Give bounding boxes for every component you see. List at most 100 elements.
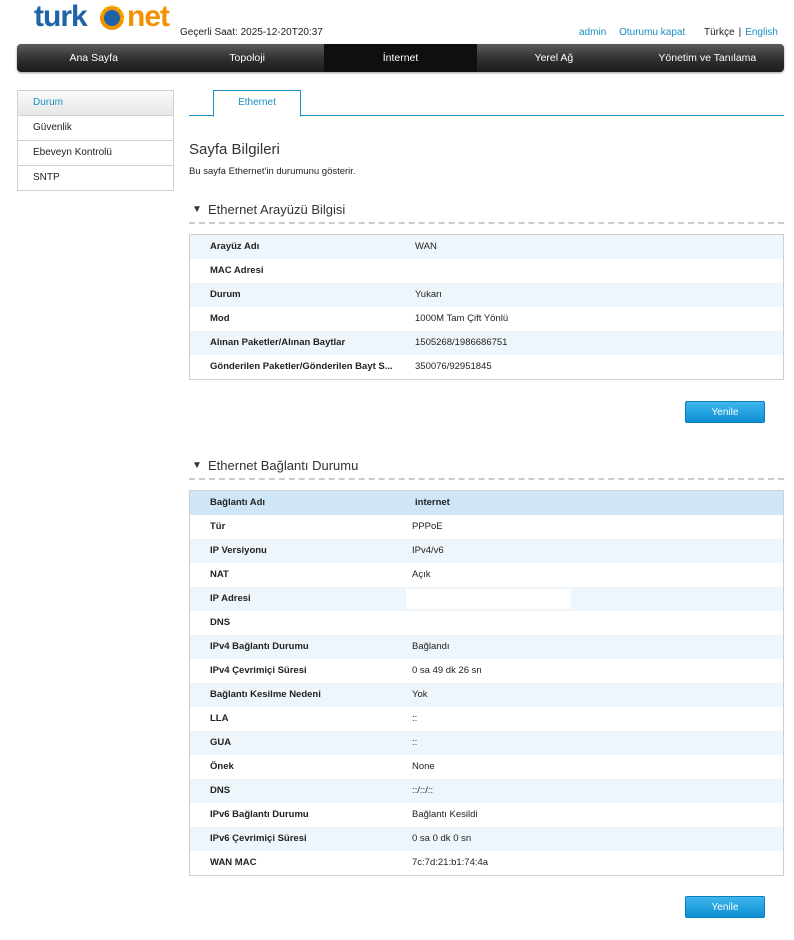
row-label: IP Adresi (210, 593, 251, 604)
collapse-arrow-icon[interactable]: ▼ (192, 204, 202, 215)
sidebar-item-parental-control[interactable]: Ebeveyn Kontrolü (18, 141, 173, 166)
row-value: IPv4/v6 (412, 545, 444, 556)
table-row: LLA:: (190, 707, 783, 731)
row-value: 1000M Tam Çift Yönlü (415, 313, 509, 324)
interface-info-table: Arayüz Adı WAN MAC Adresi Durum Yukarı Mod… (189, 234, 784, 380)
row-label: IPv4 Bağlantı Durumu (210, 641, 309, 652)
row-value: :: (412, 713, 418, 724)
row-label: IPv6 Bağlantı Durumu (210, 809, 309, 820)
table-row: GUA:: (190, 731, 783, 755)
row-value: Yok (412, 689, 428, 700)
user-link[interactable]: admin (579, 27, 606, 38)
row-label: Bağlantı Adı (210, 497, 266, 508)
table-row: Gönderilen Paketler/Gönderilen Bayt S...… (190, 355, 783, 379)
row-value: None (412, 761, 435, 772)
row-value: 350076/92951845 (415, 361, 492, 372)
row-value: 7c:7d:21:b1:74:4a (412, 857, 489, 868)
row-label: Bağlantı Kesilme Nedeni (210, 689, 321, 700)
row-label: Önek (210, 761, 234, 772)
turknet-logo: turk net (34, 0, 179, 36)
row-value: PPPoE (412, 521, 443, 532)
row-label: DNS (210, 785, 231, 796)
table-row: IPv4 Çevrimiçi Süresi 0 sa 49 dk 26 sn (190, 659, 783, 683)
table-row: IPv6 Bağlantı Durumu Bağlantı Kesildi (190, 803, 783, 827)
page-description: Bu sayfa Ethernet'in durumunu gösterir. (189, 166, 356, 177)
section-connection-header[interactable]: ▼ Ethernet Bağlantı Durumu (189, 456, 784, 480)
globe-icon (100, 4, 125, 30)
row-value: internet (415, 497, 450, 508)
row-value: :: (412, 737, 418, 748)
section-interface-header[interactable]: ▼ Ethernet Arayüzü Bilgisi (189, 200, 784, 224)
table-row: DNS::/::/:: (190, 779, 783, 803)
table-row: WAN MAC 7c:7d:21:b1:74:4a (190, 851, 783, 875)
redacted-value (406, 589, 571, 609)
lang-separator: | (738, 27, 742, 38)
row-label: Alınan Paketler/Alınan Baytlar (210, 337, 346, 348)
nav-home[interactable]: Ana Sayfa (17, 44, 170, 72)
row-label: GUA (210, 737, 232, 748)
row-value: Bağlandı (412, 641, 450, 652)
sidebar-item-security[interactable]: Güvenlik (18, 116, 173, 141)
row-label: LLA (210, 713, 229, 724)
table-row: IP Versiyonu IPv4/v6 (190, 539, 783, 563)
sidebar-item-sntp[interactable]: SNTP (18, 166, 173, 191)
row-value: 1505268/1986686751 (415, 337, 508, 348)
row-label: IPv6 Çevrimiçi Süresi (210, 833, 307, 844)
main-nav: Ana Sayfa Topoloji İnternet Yerel Ağ Yön… (17, 44, 784, 72)
tab-bar: Ethernet (189, 90, 784, 117)
table-row: NAT Açık (190, 563, 783, 587)
logo-text-turk: turk (34, 0, 88, 33)
row-value: ::/::/:: (412, 785, 434, 796)
table-row: IP Adresi (190, 587, 783, 611)
row-label: Mod (210, 313, 230, 324)
sidebar-item-status[interactable]: Durum (18, 91, 173, 116)
sidebar: Durum Güvenlik Ebeveyn Kontrolü SNTP (17, 90, 174, 191)
nav-local-network[interactable]: Yerel Ağ (477, 44, 630, 72)
tab-ethernet[interactable]: Ethernet (213, 90, 301, 117)
row-value: Bağlantı Kesildi (412, 809, 478, 820)
table-row: Bağlantı Kesilme Nedeni Yok (190, 683, 783, 707)
table-row: Arayüz Adı WAN (190, 235, 783, 259)
logo-text-net: net (127, 0, 170, 33)
nav-management[interactable]: Yönetim ve Tanılama (631, 44, 784, 72)
row-label: NAT (210, 569, 229, 580)
refresh-button-interface[interactable]: Yenile (685, 401, 765, 423)
table-row: Alınan Paketler/Alınan Baytlar 1505268/19… (190, 331, 783, 355)
row-value: 0 sa 0 dk 0 sn (412, 833, 472, 844)
connection-status-table: Bağlantı Adı internet Tür PPPoE IP Versiyo… (189, 490, 784, 876)
top-links: admin Oturumu kapat Türkçe | English (569, 27, 778, 38)
row-value: WAN (415, 241, 437, 252)
row-value: 0 sa 49 dk 26 sn (412, 665, 482, 676)
row-label: DNS (210, 617, 231, 628)
row-label: WAN MAC (210, 857, 257, 868)
lang-english-link[interactable]: English (745, 27, 778, 38)
collapse-arrow-icon[interactable]: ▼ (192, 460, 202, 471)
row-label: Arayüz Adı (210, 241, 260, 252)
table-row: DNS (190, 611, 783, 635)
logout-link[interactable]: Oturumu kapat (619, 27, 685, 38)
row-label: MAC Adresi (210, 265, 264, 276)
row-value: Açık (412, 569, 431, 580)
table-row: IPv4 Bağlantı Durumu Bağlandı (190, 635, 783, 659)
table-row: MAC Adresi (190, 259, 783, 283)
table-row: Önek None (190, 755, 783, 779)
row-label: IP Versiyonu (210, 545, 267, 556)
lang-current: Türkçe (704, 27, 735, 38)
table-row: Bağlantı Adı internet (190, 491, 783, 515)
table-row: IPv6 Çevrimiçi Süresi 0 sa 0 dk 0 sn (190, 827, 783, 851)
section-interface-title: Ethernet Arayüzü Bilgisi (208, 202, 346, 217)
current-time: Geçerli Saat: 2025-12-20T20:37 (180, 27, 323, 38)
page-title: Sayfa Bilgileri (189, 141, 280, 158)
nav-topology[interactable]: Topoloji (170, 44, 323, 72)
row-value: Yukarı (415, 289, 442, 300)
row-label: IPv4 Çevrimiçi Süresi (210, 665, 307, 676)
section-connection-title: Ethernet Bağlantı Durumu (208, 458, 359, 473)
nav-internet[interactable]: İnternet (323, 44, 478, 72)
table-row: Mod 1000M Tam Çift Yönlü (190, 307, 783, 331)
table-row: Durum Yukarı (190, 283, 783, 307)
row-label: Durum (210, 289, 241, 300)
row-label: Tür (210, 521, 226, 532)
table-row: Tür PPPoE (190, 515, 783, 539)
refresh-button-connection[interactable]: Yenile (685, 896, 765, 918)
row-label: Gönderilen Paketler/Gönderilen Bayt S... (210, 361, 393, 372)
